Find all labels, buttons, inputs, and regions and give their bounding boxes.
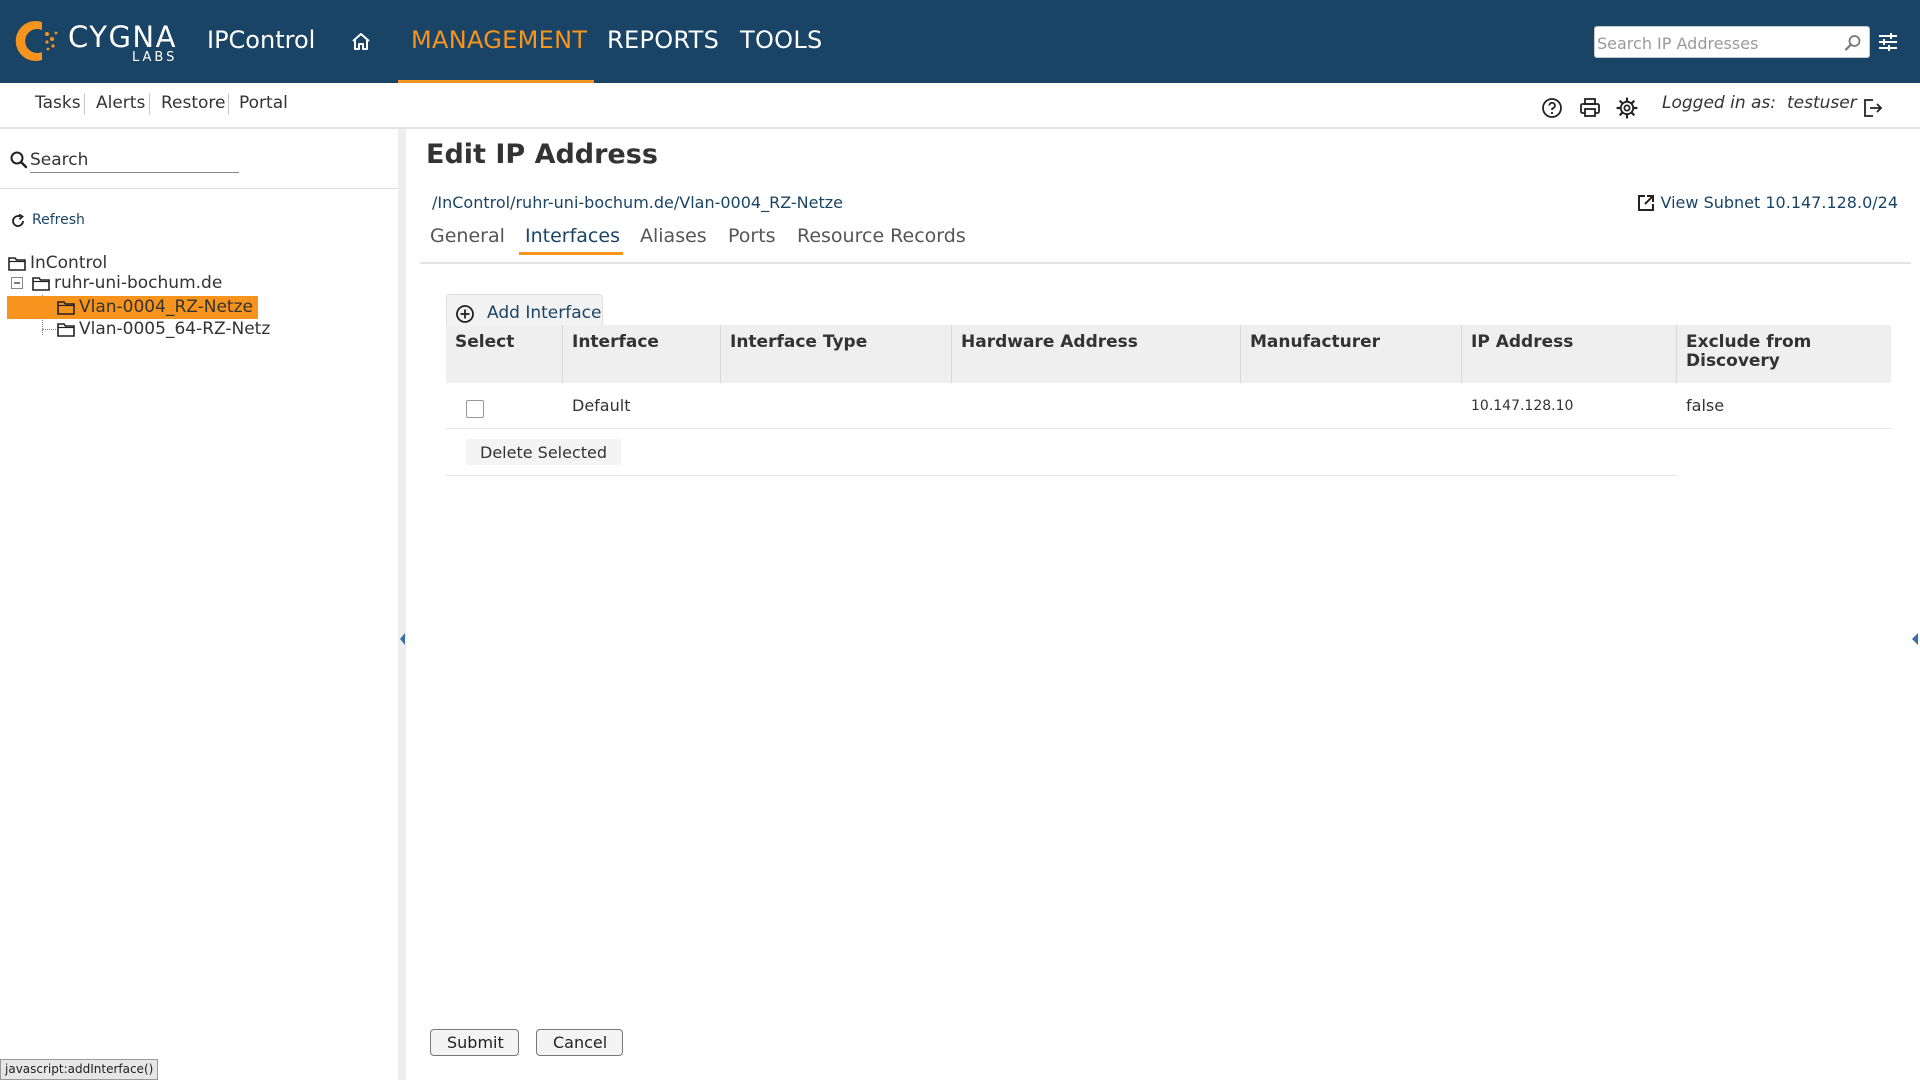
column-header-interface-type[interactable]: Interface Type	[721, 325, 952, 383]
top-header: CYGNA LABS IPControl MANAGEMENT REPORTS …	[0, 0, 1920, 83]
collapse-icon[interactable]	[11, 277, 23, 289]
column-header-select[interactable]: Select	[446, 325, 563, 383]
tab-general[interactable]: General	[430, 225, 505, 247]
folder-icon	[8, 257, 26, 271]
subnav-separator	[149, 93, 150, 115]
refresh-label: Refresh	[32, 212, 85, 228]
logged-in-user: testuser	[1787, 93, 1857, 113]
column-header-ip-address[interactable]: IP Address	[1462, 325, 1677, 383]
navigation-tree-panel: Refresh InControl ruhr-uni-bochum.de Vla…	[0, 129, 398, 1080]
gear-icon[interactable]	[1615, 96, 1639, 120]
app-title: IPControl	[207, 26, 316, 54]
breadcrumb[interactable]: /InControl/ruhr-uni-bochum.de/Vlan-0004_…	[432, 193, 843, 212]
page-title: Edit IP Address	[426, 139, 658, 170]
subnav-portal[interactable]: Portal	[239, 93, 288, 113]
column-header-interface[interactable]: Interface	[563, 325, 721, 383]
sub-navigation-bar: Tasks Alerts Restore Portal Logged in as…	[0, 83, 1920, 129]
tree-node-label: ruhr-uni-bochum.de	[54, 273, 223, 293]
logout-icon[interactable]	[1860, 96, 1884, 120]
brand-sub: LABS	[132, 50, 178, 65]
column-header-manufacturer[interactable]: Manufacturer	[1241, 325, 1462, 383]
brand-name: CYGNA	[68, 20, 177, 54]
table-header: Select Interface Interface Type Hardware…	[446, 325, 1891, 383]
column-header-hardware-address[interactable]: Hardware Address	[952, 325, 1241, 383]
search-icon	[10, 151, 28, 169]
subnav-separator	[228, 93, 229, 115]
column-header-exclude-from-discovery[interactable]: Exclude from Discovery	[1677, 325, 1891, 383]
row-select-checkbox[interactable]	[466, 400, 484, 418]
tree-node-label: Vlan-0004_RZ-Netze	[79, 297, 253, 317]
panel-splitter[interactable]	[398, 129, 406, 1080]
cygna-logo[interactable]: CYGNA LABS	[12, 16, 182, 68]
refresh-icon	[12, 213, 25, 227]
filter-sliders-icon[interactable]	[1877, 31, 1899, 53]
add-circle-icon	[456, 305, 474, 323]
subnav-tasks[interactable]: Tasks	[35, 93, 81, 113]
tab-aliases[interactable]: Aliases	[640, 225, 707, 247]
cell-exclude-from-discovery: false	[1686, 396, 1725, 415]
tab-divider	[420, 262, 1911, 264]
view-subnet-link[interactable]: View Subnet 10.147.128.0/24	[1637, 193, 1898, 212]
print-icon[interactable]	[1578, 96, 1602, 120]
tab-resource-records[interactable]: Resource Records	[797, 225, 966, 247]
folder-icon	[57, 323, 75, 337]
nav-management[interactable]: MANAGEMENT	[411, 26, 587, 54]
tree-node-label: InControl	[30, 253, 108, 273]
folder-icon	[57, 301, 75, 315]
delete-selected-button[interactable]: Delete Selected	[466, 439, 622, 465]
cell-ip-address: 10.147.128.10	[1471, 398, 1574, 414]
external-link-icon	[1637, 195, 1654, 211]
cancel-button[interactable]: Cancel	[536, 1029, 623, 1056]
logged-in-label: Logged in as:	[1662, 93, 1777, 113]
subnav-alerts[interactable]: Alerts	[96, 93, 145, 113]
tab-interfaces[interactable]: Interfaces	[525, 225, 620, 247]
table-footer: Delete Selected	[446, 430, 1676, 476]
status-bar-url: javascript:addInterface()	[0, 1059, 159, 1080]
search-icon[interactable]	[1843, 33, 1863, 53]
collapse-right-arrow-icon[interactable]	[1911, 632, 1919, 646]
subnav-restore[interactable]: Restore	[161, 93, 226, 113]
help-icon[interactable]	[1540, 96, 1564, 120]
nav-reports[interactable]: REPORTS	[607, 26, 719, 54]
ip-search-box	[1594, 26, 1870, 58]
collapse-left-arrow-icon[interactable]	[399, 632, 406, 646]
add-interface-label: Add Interface	[487, 303, 602, 323]
submit-button[interactable]: Submit	[430, 1029, 519, 1056]
tree-node-label: Vlan-0005_64-RZ-Netz	[79, 319, 271, 339]
tree-search-input[interactable]	[30, 147, 239, 173]
tree-connector	[42, 329, 56, 330]
table-row: Default 10.147.128.10 false	[446, 383, 1891, 429]
ip-search-input[interactable]	[1597, 31, 1837, 55]
cygna-logo-mark-icon	[15, 21, 58, 61]
tab-ports[interactable]: Ports	[728, 225, 776, 247]
nav-tools[interactable]: TOOLS	[740, 26, 823, 54]
active-tab-indicator	[519, 252, 623, 255]
subnav-separator	[84, 93, 85, 115]
view-subnet-label: View Subnet 10.147.128.0/24	[1660, 193, 1898, 212]
divider	[0, 188, 398, 189]
main-content: Edit IP Address /InControl/ruhr-uni-boch…	[406, 129, 1911, 1080]
home-icon[interactable]	[349, 30, 373, 54]
folder-icon	[32, 277, 50, 291]
cell-interface: Default	[572, 396, 631, 415]
